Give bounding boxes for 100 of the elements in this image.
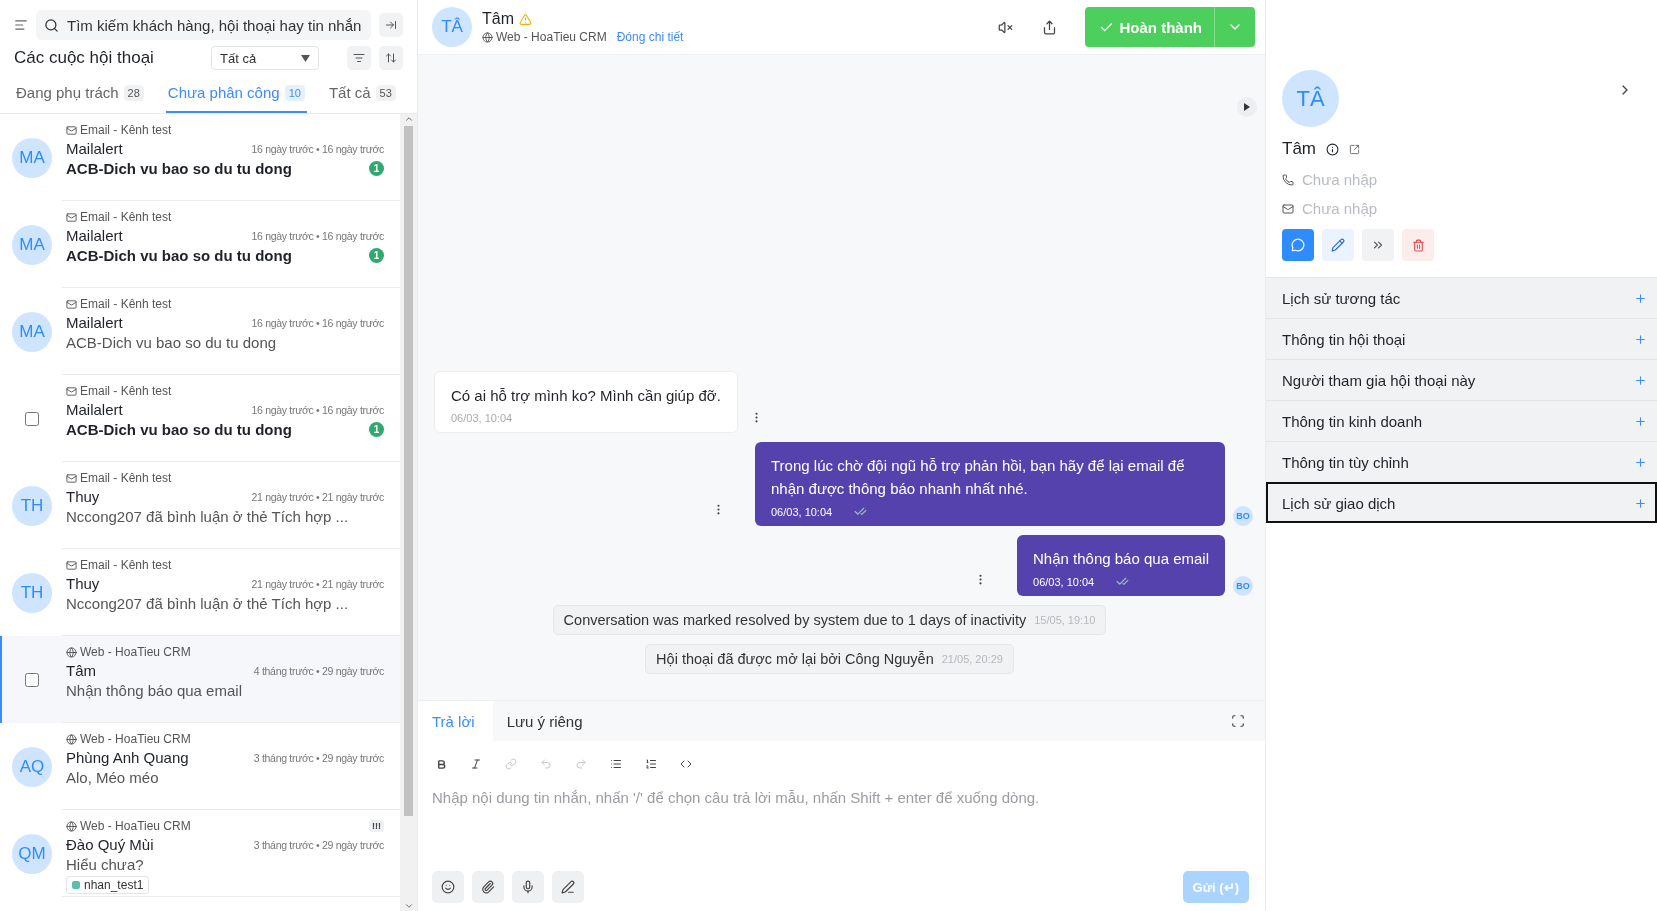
channel-label: Email - Kênh test xyxy=(66,297,172,311)
avatar: TÂ xyxy=(1282,70,1339,127)
message-text: Nhận thông báo qua email xyxy=(1033,549,1209,569)
unread-count-badge: 1 xyxy=(369,161,384,176)
accordion-section[interactable]: Thông tin kinh doanh xyxy=(1266,400,1657,441)
mail-icon xyxy=(66,211,77,223)
timestamp: 3 tháng trước • 29 ngày trước xyxy=(253,751,384,764)
timestamp: 15/05, 19:10 xyxy=(1034,614,1096,626)
share-icon xyxy=(1042,19,1057,35)
timestamp: 06/03, 10:04 xyxy=(771,505,833,518)
external-link-icon[interactable] xyxy=(1349,143,1360,155)
chat-button[interactable] xyxy=(1282,229,1314,261)
timestamp: 21 ngày trước • 21 ngày trước xyxy=(251,577,384,590)
phone-icon xyxy=(1282,173,1294,186)
scroll-down-icon[interactable] xyxy=(403,901,414,911)
accordion-section[interactable]: Lịch sử tương tác xyxy=(1266,277,1657,318)
email-value: Chưa nhập xyxy=(1302,200,1378,217)
expand-panel-button[interactable] xyxy=(1237,97,1257,117)
message-text: Trong lúc chờ đội ngũ hỗ trợ phản hồi, bạn hãy để lại email để nhận được thông báo nhanh nhất nhé. xyxy=(771,456,1186,499)
microphone-button[interactable] xyxy=(512,871,544,903)
message-text: Có ai hỗ trợ mình ko? Mình cần giúp đỡ. xyxy=(451,386,721,406)
contact-name: Mailalert xyxy=(66,314,124,331)
mail-icon xyxy=(66,559,77,571)
timestamp: 21 ngày trước • 21 ngày trước xyxy=(251,490,384,503)
contact-name: Phùng Anh Quang xyxy=(66,749,190,766)
conversation-item[interactable]: Web - HoaTieu CRM Tâm 4 tháng trước • 29 ngày trước Nhận thông báo qua email xyxy=(0,636,400,723)
unread-count-badge: 1 xyxy=(369,248,384,263)
plus-icon xyxy=(1634,373,1647,387)
timestamp: 16 ngày trước • 16 ngày trước xyxy=(251,142,384,155)
checkbox[interactable] xyxy=(25,672,39,687)
attach-button[interactable] xyxy=(472,871,504,903)
search-field[interactable]: Tìm kiếm khách hàng, hội thoại hay tin nhắn xyxy=(36,10,371,40)
conversation-tab[interactable]: Đang phụ trách 28 xyxy=(14,76,146,113)
mail-icon xyxy=(66,124,77,136)
accordion-section[interactable]: Thông tin tùy chỉnh xyxy=(1266,441,1657,482)
message-preview: ACB-Dich vu bao so du tu dong xyxy=(66,421,293,438)
contact-name: Mailalert xyxy=(66,140,124,157)
timestamp: 21/05, 20:29 xyxy=(941,653,1003,665)
contact-name: Thuy xyxy=(66,575,101,592)
activity-text: Hội thoại đã được mở lại bởi Công Nguyễn xyxy=(656,651,934,667)
search-icon xyxy=(44,17,59,33)
sort-button[interactable] xyxy=(379,46,403,70)
bulleted-list-icon xyxy=(610,758,622,770)
timestamp: 16 ngày trước • 16 ngày trước xyxy=(251,403,384,416)
sort-icon xyxy=(385,52,397,64)
plus-icon xyxy=(1634,455,1647,469)
globe-icon xyxy=(66,646,77,658)
channel-label: Email - Kênh test xyxy=(66,558,172,572)
scroll-up-icon[interactable] xyxy=(403,114,414,124)
contact-name: Mailalert xyxy=(66,227,124,244)
channel-label: Web - HoaTieu CRM xyxy=(66,645,191,659)
plus-icon xyxy=(1634,414,1647,428)
bold-icon xyxy=(435,758,447,770)
avatar: TH xyxy=(12,485,52,526)
conversation-tab[interactable]: Tất cả 53 xyxy=(326,76,398,113)
caret-right-icon xyxy=(1244,103,1250,111)
filter-dropdown[interactable]: Tất cả xyxy=(211,46,319,70)
timestamp: 16 ngày trước • 16 ngày trước xyxy=(251,229,384,242)
delete-button[interactable] xyxy=(1402,229,1434,261)
signature-button[interactable] xyxy=(552,871,584,903)
info-icon[interactable] xyxy=(1326,142,1339,156)
avatar: MA xyxy=(12,224,52,265)
timestamp: 06/03, 10:04 xyxy=(451,412,513,424)
paperclip-icon xyxy=(481,880,495,894)
agent-avatar: BO xyxy=(1233,506,1253,526)
accordion-section[interactable]: Người tham gia hội thoại này xyxy=(1266,359,1657,400)
mail-icon xyxy=(66,472,77,484)
pen-icon xyxy=(561,880,575,894)
message-preview: Alo, Méo méo xyxy=(66,769,160,786)
link-icon xyxy=(505,758,517,770)
emoji-button[interactable] xyxy=(432,871,464,903)
smiley-icon xyxy=(441,880,455,894)
channel-label: Web - HoaTieu CRM xyxy=(482,30,607,44)
checkbox[interactable] xyxy=(25,411,39,426)
dropdown-triangle-icon xyxy=(301,54,310,62)
message-preview: ACB-Dich vu bao so du tu dong xyxy=(66,160,293,177)
redo-icon xyxy=(575,758,587,770)
accordion-section[interactable]: Lịch sử giao dịch xyxy=(1266,482,1657,523)
mail-icon xyxy=(66,385,77,397)
arrow-to-line-icon xyxy=(385,19,397,31)
filter-button[interactable] xyxy=(347,46,371,70)
globe-icon xyxy=(482,31,493,43)
menu-icon[interactable] xyxy=(14,18,28,32)
scrollbar[interactable] xyxy=(400,114,417,911)
filter-icon xyxy=(353,52,365,64)
message-preview: Hiểu chưa? xyxy=(66,856,145,873)
forward-button[interactable] xyxy=(1362,229,1394,261)
warning-icon xyxy=(519,12,532,26)
collapse-button[interactable] xyxy=(379,13,403,37)
trash-icon xyxy=(1411,238,1425,252)
timestamp: 3 tháng trước • 29 ngày trước xyxy=(253,838,384,851)
channel-label: Email - Kênh test xyxy=(66,471,172,485)
message-preview: ACB-Dich vu bao so du tu dong xyxy=(66,247,293,264)
speaker-muted-icon xyxy=(998,19,1013,35)
timestamp: 4 tháng trước • 29 ngày trước xyxy=(253,664,384,677)
edit-button[interactable] xyxy=(1322,229,1354,261)
accordion-section[interactable]: Thông tin hội thoại xyxy=(1266,318,1657,359)
timestamp: 16 ngày trước • 16 ngày trước xyxy=(251,316,384,329)
composer-tab[interactable]: Lưu ý riêng xyxy=(492,701,601,741)
contact-name: Mailalert xyxy=(66,401,124,418)
